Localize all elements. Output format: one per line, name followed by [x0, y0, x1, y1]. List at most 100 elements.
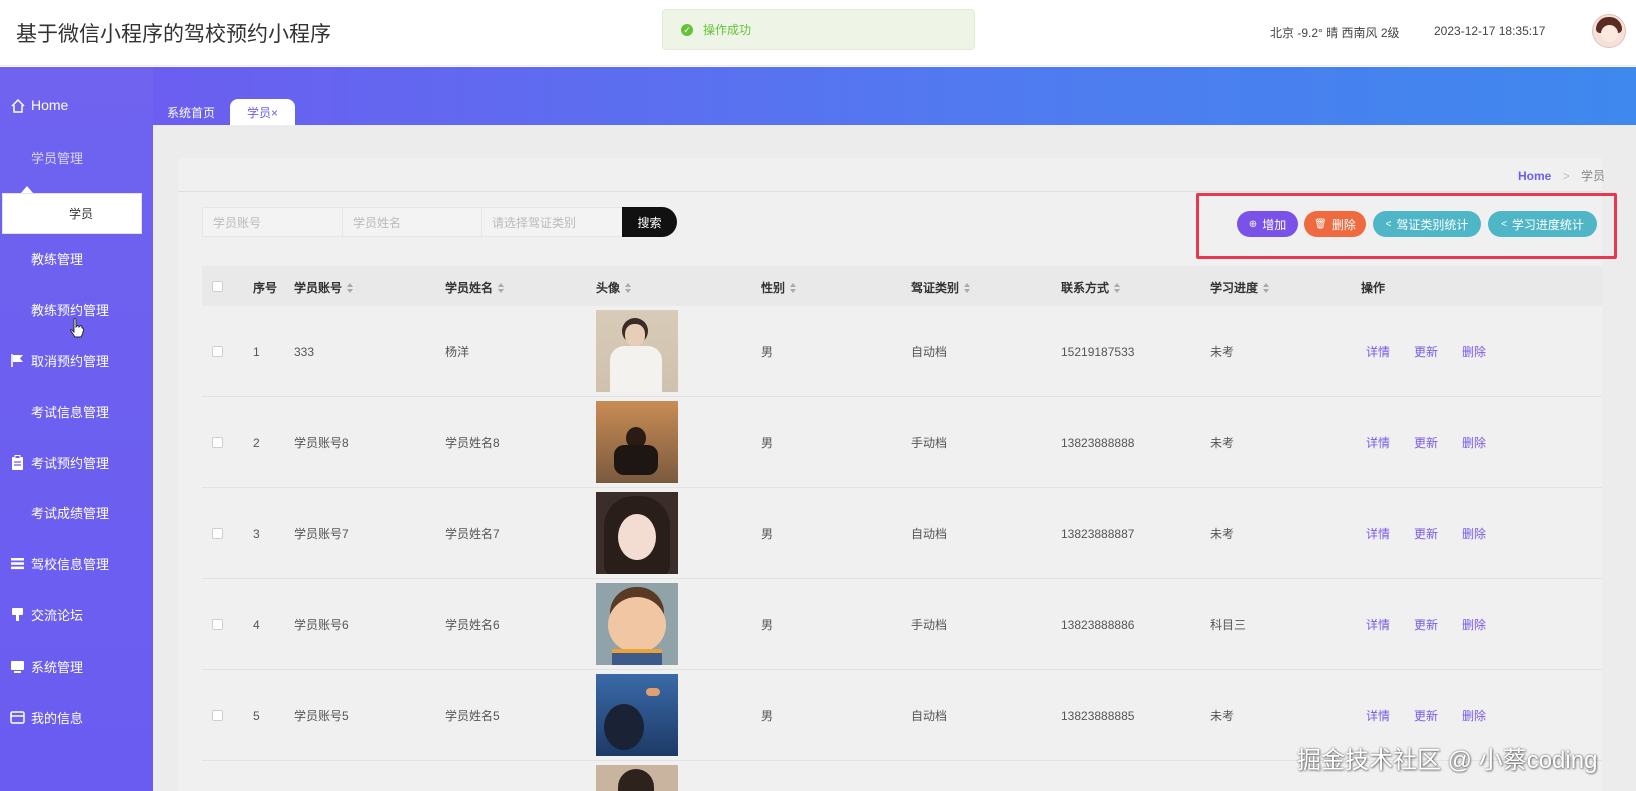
- cell-license-type: 自动档: [911, 527, 948, 541]
- header-name[interactable]: 学员姓名: [445, 279, 505, 296]
- sidebar-item-forum[interactable]: 交流论坛: [10, 602, 83, 626]
- select-all-checkbox[interactable]: [212, 281, 223, 292]
- sort-icon: [790, 282, 797, 293]
- cell-name: 学员姓名8: [445, 436, 500, 450]
- breadcrumb-home[interactable]: Home: [1518, 169, 1551, 183]
- cell-gender: 男: [761, 436, 774, 450]
- sidebar-item-coach-booking[interactable]: 教练预约管理: [10, 297, 109, 321]
- table-row: 1 333 杨洋 男 自动档 15219187533 未考 详情 更新 删除: [202, 306, 1602, 397]
- name-search-input[interactable]: 学员姓名: [342, 207, 482, 237]
- table-row: 3 学员账号7 学员姓名7 男 自动档 13823888887 未考 详情 更新…: [202, 488, 1602, 579]
- student-photo[interactable]: [596, 674, 678, 756]
- sidebar-item-label: 交流论坛: [31, 607, 84, 623]
- row-checkbox[interactable]: [212, 437, 223, 448]
- plus-circle-icon: ⊕: [1248, 218, 1258, 230]
- cell-gender: 男: [761, 709, 774, 723]
- sidebar-item-home[interactable]: Home: [10, 93, 68, 117]
- delete-link[interactable]: 删除: [1462, 434, 1486, 451]
- header-license-type[interactable]: 驾证类别: [911, 279, 971, 296]
- update-link[interactable]: 更新: [1414, 525, 1438, 542]
- sidebar-item-exam-booking[interactable]: 考试预约管理: [10, 450, 109, 474]
- tab-home[interactable]: 系统首页: [167, 99, 215, 125]
- license-type-stat-button[interactable]: < 驾证类别统计: [1373, 211, 1481, 237]
- update-link[interactable]: 更新: [1414, 616, 1438, 633]
- sidebar: [0, 67, 153, 791]
- student-photo[interactable]: [596, 310, 678, 392]
- breadcrumb-separator: >: [1562, 169, 1570, 183]
- header-phone[interactable]: 联系方式: [1061, 279, 1121, 296]
- student-photo[interactable]: [596, 492, 678, 574]
- cell-gender: 男: [761, 527, 774, 541]
- row-checkbox[interactable]: [212, 528, 223, 539]
- table-row: 4 学员账号6 学员姓名6 男 手动档 13823888886 科目三 详情 更…: [202, 579, 1602, 670]
- cell-name: 杨洋: [445, 345, 470, 359]
- table-header: 序号 学员账号 学员姓名 头像 性别 驾证类别 联系方式 学习进度 操作: [202, 266, 1602, 306]
- header-account[interactable]: 学员账号: [294, 279, 354, 296]
- sidebar-item-label: 我的信息: [31, 710, 84, 726]
- sort-icon: [625, 282, 632, 293]
- sidebar-item-cancel-booking[interactable]: 取消预约管理: [10, 348, 109, 372]
- tab-student[interactable]: 学员×: [230, 99, 295, 125]
- cell-license-type: 自动档: [911, 709, 948, 723]
- sidebar-item-exam-info[interactable]: 考试信息管理: [10, 399, 109, 423]
- header-progress[interactable]: 学习进度: [1210, 279, 1270, 296]
- student-photo[interactable]: [596, 765, 678, 791]
- sort-icon: [1263, 282, 1270, 293]
- delete-link[interactable]: 删除: [1462, 616, 1486, 633]
- header-avatar[interactable]: 头像: [596, 279, 632, 296]
- delete-link[interactable]: 删除: [1462, 343, 1486, 360]
- add-button[interactable]: ⊕ 增加: [1237, 211, 1298, 237]
- sidebar-item-exam-score[interactable]: 考试成绩管理: [10, 500, 109, 524]
- sidebar-item-school-info[interactable]: 驾校信息管理: [10, 551, 109, 575]
- sidebar-subitem-student[interactable]: 学员: [2, 193, 142, 234]
- grid-icon: [10, 505, 25, 520]
- update-link[interactable]: 更新: [1414, 434, 1438, 451]
- delete-button[interactable]: 🗑 删除: [1304, 211, 1366, 237]
- user-avatar[interactable]: [1592, 14, 1626, 48]
- detail-link[interactable]: 详情: [1366, 616, 1390, 633]
- trash-icon: 🗑: [1314, 218, 1327, 230]
- update-link[interactable]: 更新: [1414, 707, 1438, 724]
- delete-link[interactable]: 删除: [1462, 525, 1486, 542]
- pin-icon: [10, 607, 25, 622]
- share-icon: <: [1501, 218, 1507, 230]
- sidebar-item-label: 驾校信息管理: [31, 556, 110, 572]
- cell-account: 学员账号5: [294, 709, 349, 723]
- detail-link[interactable]: 详情: [1366, 434, 1390, 451]
- sidebar-item-label: 学员管理: [31, 150, 84, 166]
- sort-icon: [347, 282, 354, 293]
- student-photo[interactable]: [596, 401, 678, 483]
- cell-account: 学员账号7: [294, 527, 349, 541]
- row-checkbox[interactable]: [212, 346, 223, 357]
- license-type-select[interactable]: 请选择驾证类别: [481, 207, 623, 237]
- cell-phone: 13823888888: [1061, 435, 1135, 450]
- header-gender[interactable]: 性别: [761, 279, 797, 296]
- datetime: 2023-12-17 18:35:17: [1434, 24, 1546, 38]
- sidebar-item-system[interactable]: 系统管理: [10, 654, 83, 678]
- account-search-input[interactable]: 学员账号: [202, 207, 343, 237]
- table-row: 2 学员账号8 学员姓名8 男 手动档 13823888888 未考 详情 更新…: [202, 397, 1602, 488]
- cell-progress: 未考: [1210, 527, 1235, 541]
- detail-link[interactable]: 详情: [1366, 525, 1390, 542]
- update-link[interactable]: 更新: [1414, 343, 1438, 360]
- progress-stat-button[interactable]: < 学习进度统计: [1488, 211, 1597, 237]
- cell-progress: 科目三: [1210, 618, 1247, 632]
- grid-icon: [10, 251, 25, 266]
- sidebar-item-my-info[interactable]: 我的信息: [10, 705, 83, 729]
- sidebar-item-coach-mgmt[interactable]: 教练管理: [10, 246, 83, 270]
- sidebar-item-student-mgmt[interactable]: 学员管理: [10, 145, 83, 169]
- cell-gender: 男: [761, 618, 774, 632]
- search-button[interactable]: 搜索: [622, 207, 677, 237]
- row-checkbox[interactable]: [212, 619, 223, 630]
- detail-link[interactable]: 详情: [1366, 707, 1390, 724]
- sort-icon: [964, 282, 971, 293]
- delete-link[interactable]: 删除: [1462, 707, 1486, 724]
- sidebar-item-label: 考试成绩管理: [31, 505, 110, 521]
- detail-link[interactable]: 详情: [1366, 343, 1390, 360]
- cell-name: 学员姓名7: [445, 527, 500, 541]
- row-checkbox[interactable]: [212, 710, 223, 721]
- student-photo[interactable]: [596, 583, 678, 665]
- tab-bar: [153, 67, 1636, 125]
- sort-icon: [498, 282, 505, 293]
- sort-icon: [1114, 282, 1121, 293]
